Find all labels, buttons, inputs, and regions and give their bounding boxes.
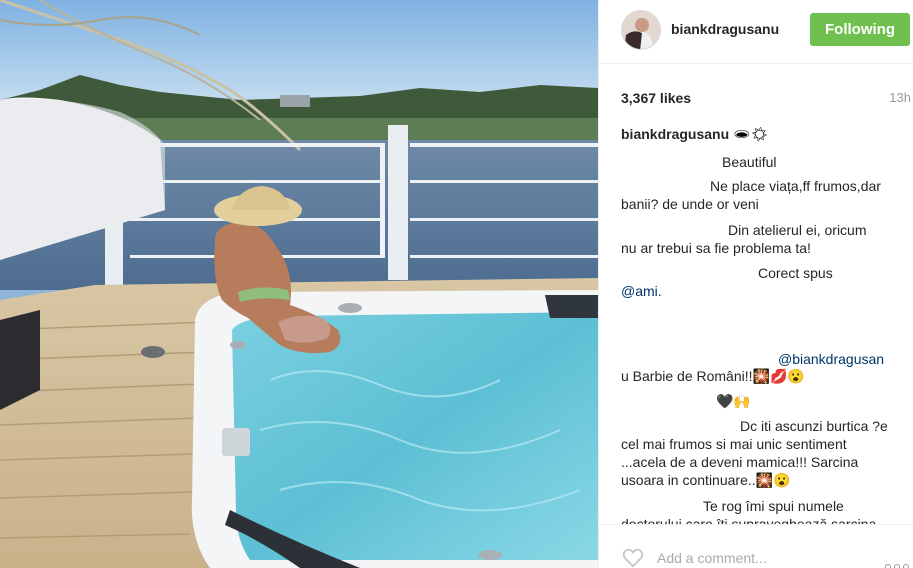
comments-list[interactable]: biankdragusanu 🕳☀ Beautiful Ne place via…: [621, 126, 911, 524]
comment-mention[interactable]: @ami.: [621, 283, 662, 301]
add-comment-input[interactable]: Add a comment...: [657, 550, 767, 566]
more-options-icon[interactable]: [885, 557, 909, 568]
comment-text: nu ar trebui sa fie problema ta!: [621, 240, 811, 256]
following-button[interactable]: Following: [810, 13, 910, 46]
comment-text: banii? de unde or veni: [621, 196, 759, 212]
comment-text: Dc iti ascunzi burtica ?e: [740, 418, 888, 434]
comment-text: Beautiful: [722, 154, 777, 170]
comment-text: Corect spus: [758, 265, 833, 281]
comment-text: u Barbie de Români!!🎇💋😮: [621, 368, 805, 384]
comment-mention[interactable]: @biankdragusan: [778, 351, 884, 369]
comment-text: ...acela de a deveni mamica!!! Sarcina: [621, 454, 859, 470]
comment-author[interactable]: biankdragusanu: [621, 126, 729, 142]
comment-text: 🕳☀: [733, 126, 769, 142]
comment-text: usoara in continuare..🎇😮: [621, 472, 791, 488]
comment-text: doctorului care îți supraveghează sarcin…: [621, 516, 877, 524]
heart-icon[interactable]: [622, 548, 644, 568]
post-header: biankdragusanu Following: [599, 0, 913, 64]
comment-text: 🖤🙌: [716, 393, 751, 409]
post-time[interactable]: 13h: [889, 90, 911, 105]
username[interactable]: biankdragusanu: [671, 21, 779, 37]
post-stats: 3,367 likes 13h: [621, 90, 911, 110]
comment-text: cel mai frumos si mai unic sentiment: [621, 436, 847, 452]
caption: biankdragusanu 🕳☀: [621, 126, 769, 144]
likes-count[interactable]: 3,367 likes: [621, 90, 691, 106]
comment-text: Ne place viața,ff frumos,dar: [710, 178, 881, 194]
comment-footer: Add a comment...: [599, 524, 913, 568]
avatar[interactable]: [621, 10, 661, 50]
post-side-panel: biankdragusanu Following 3,367 likes 13h…: [598, 0, 913, 568]
comment-text: Te rog îmi spui numele: [703, 498, 844, 514]
comment-text: Din atelierul ei, oricum: [728, 222, 867, 238]
post-photo[interactable]: [0, 0, 598, 568]
